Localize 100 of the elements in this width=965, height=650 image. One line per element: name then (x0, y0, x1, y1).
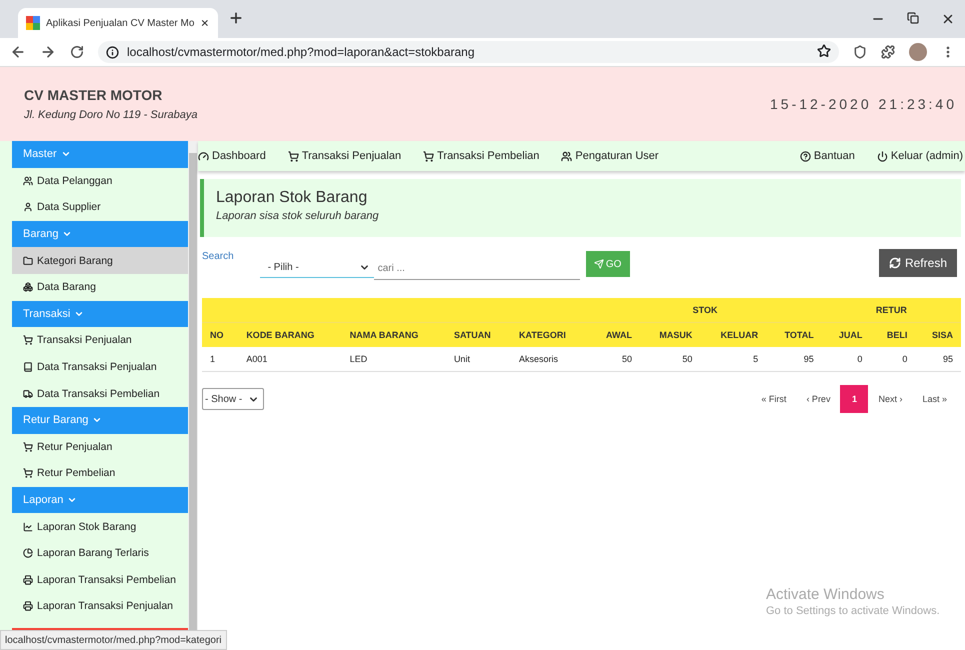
pagination-link[interactable]: ‹ Prev (796, 385, 840, 413)
reload-icon (70, 45, 84, 59)
sidebar-item[interactable]: Kategori Barang (12, 247, 188, 274)
send-icon (594, 259, 604, 269)
cart-icon (288, 150, 299, 162)
sidebar-item[interactable]: Laporan Stok Barang (12, 513, 188, 540)
pie-chart-icon (23, 548, 33, 558)
sidebar-item[interactable]: Laporan Barang Terlaris (12, 540, 188, 566)
sidebar-item[interactable]: Laporan Transaksi Penjualan (12, 593, 188, 620)
gauge-icon (198, 150, 209, 162)
power-icon (876, 150, 888, 162)
column-group-header: STOK (588, 298, 822, 322)
page-subtitle: Laporan sisa stok seluruh barang (216, 210, 380, 222)
app-logo-icon (26, 16, 40, 30)
sidebar-item[interactable]: Data Transaksi Penjualan (12, 354, 188, 380)
sidebar-item[interactable]: Laporan Transaksi Pembelian (12, 566, 188, 594)
page-button[interactable]: 1 (840, 385, 868, 413)
sidebar-item[interactable]: Data Supplier (12, 194, 188, 221)
nav-link[interactable]: Keluar (admin) (876, 150, 963, 162)
table-cell: 95 (915, 347, 961, 372)
scrollbar-thumb[interactable] (189, 153, 197, 630)
pagination-link[interactable]: Next › (868, 385, 912, 413)
forward-icon (40, 44, 56, 60)
info-icon (106, 46, 119, 58)
user-icon (23, 202, 33, 212)
category-select[interactable]: - Pilih - (260, 257, 374, 278)
company-name: CV MASTER MOTOR (24, 87, 164, 103)
restore-icon (907, 12, 919, 24)
table-cell: 0 (822, 347, 870, 372)
sidebar-item[interactable]: Data Pelanggan (12, 168, 188, 194)
users-icon (561, 150, 572, 162)
table-cell: Aksesoris (510, 347, 588, 372)
cart-icon (23, 468, 33, 478)
nav-link[interactable]: Bantuan (800, 150, 855, 162)
table-cell: 50 (588, 347, 640, 372)
table-cell: 0 (870, 347, 916, 372)
column-header: NAMA BARANG (342, 322, 446, 347)
table-cell: 95 (766, 347, 822, 372)
column-header: SISA (915, 322, 961, 347)
cart-icon (23, 442, 33, 452)
activation-message: Go to Settings to activate Windows. (766, 605, 940, 617)
address-bar[interactable]: localhost/cvmastermotor/med.php?mod=laporan&act=stokbarang (98, 41, 839, 63)
column-header: AWAL (588, 322, 640, 347)
status-url: localhost/cvmastermotor/med.php?mod=kategori (0, 630, 226, 650)
nav-link[interactable]: Transaksi Pembelian (423, 150, 540, 162)
column-header: MASUK (640, 322, 700, 347)
sidebar-item[interactable]: Data Transaksi Pembelian (12, 380, 188, 407)
truck-icon (23, 388, 33, 399)
table-cell: 5 (700, 347, 766, 372)
column-header: KODE BARANG (238, 322, 342, 347)
column-header: KATEGORI (510, 322, 588, 347)
activation-title: Activate Windows (766, 586, 886, 603)
sidebar-item[interactable]: Data Barang (12, 274, 188, 301)
close-icon (941, 12, 955, 26)
shield-icon (853, 45, 867, 59)
date-time: 15-12-2020 21:23:40 (770, 96, 957, 112)
nav-link[interactable]: Transaksi Penjualan (288, 150, 402, 162)
search-field[interactable]: cari ... (374, 257, 580, 280)
new-tab-icon (228, 10, 244, 26)
boxes-icon (23, 282, 33, 292)
close-icon (200, 17, 210, 29)
page-title: Laporan Stok Barang (216, 189, 368, 207)
column-header: TOTAL (766, 322, 822, 347)
column-header: SATUAN (446, 322, 511, 347)
profile-avatar[interactable] (909, 43, 927, 61)
back-icon (10, 44, 26, 60)
column-header: JUAL (822, 322, 870, 347)
nav-link[interactable]: Pengaturan User (561, 150, 659, 162)
users-icon (23, 176, 33, 186)
line-chart-icon (23, 522, 33, 532)
sidebar-item[interactable]: Transaksi Penjualan (12, 327, 188, 354)
column-header: BELI (870, 322, 916, 347)
printer-icon (23, 601, 33, 612)
table-cell: A001 (238, 347, 342, 372)
table-cell: Unit (446, 347, 511, 372)
pagination-link[interactable]: « First (751, 385, 796, 413)
cart-icon (423, 150, 434, 162)
printer-icon (23, 574, 33, 585)
table-cell: 50 (640, 347, 700, 372)
column-header: NO (202, 322, 238, 347)
browser-tab[interactable]: Aplikasi Penjualan CV Master Mo (18, 8, 218, 38)
star-icon (817, 44, 831, 58)
nav-link[interactable]: Dashboard (198, 150, 266, 162)
sidebar-item[interactable]: Retur Penjualan (12, 434, 188, 460)
refresh-icon (888, 257, 901, 269)
pagination-link[interactable]: Last » (912, 385, 957, 413)
column-group-header: RETUR (822, 298, 961, 322)
folder-icon (23, 256, 33, 266)
help-icon (800, 150, 811, 162)
refresh-button[interactable]: Refresh (878, 249, 957, 277)
table-cell: LED (342, 347, 446, 372)
column-header: KELUAR (700, 322, 766, 347)
table-cell: 1 (202, 347, 238, 372)
tab-title: Aplikasi Penjualan CV Master Mo (46, 18, 194, 28)
extensions-icon (881, 45, 895, 59)
cart-icon (23, 335, 33, 346)
show-select[interactable]: - Show - (202, 388, 264, 410)
company-address: Jl. Kedung Doro No 119 - Surabaya (24, 109, 198, 121)
book-icon (23, 362, 33, 372)
sidebar-item[interactable]: Retur Pembelian (12, 460, 188, 487)
